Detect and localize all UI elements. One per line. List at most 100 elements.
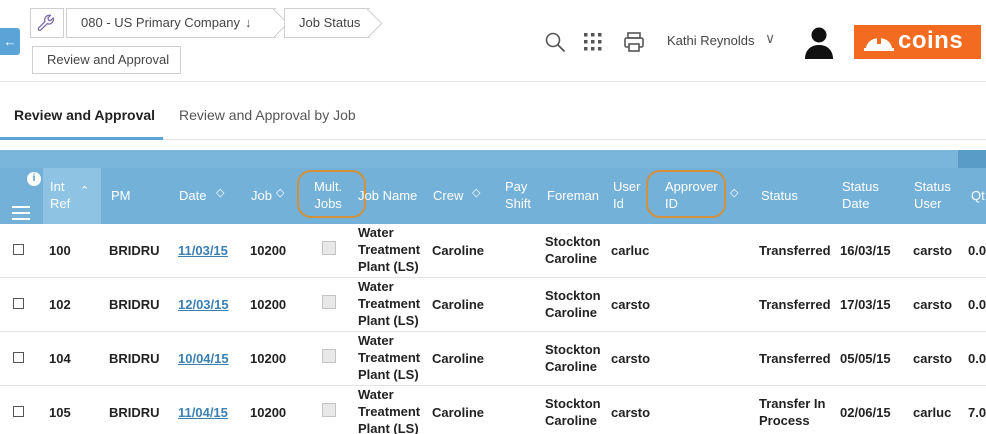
tab-bar: Review and Approval Review and Approval …: [0, 95, 986, 140]
cell-job-name-line2: Treatment: [358, 242, 421, 257]
cell-job-name-line1: Water: [358, 387, 394, 402]
info-icon[interactable]: i: [27, 172, 41, 186]
cell-job-name: Water Treatment Plant (LS): [358, 278, 420, 329]
hardhat-icon: [864, 36, 894, 51]
mult-jobs-checkbox[interactable]: [322, 295, 336, 309]
cell-foreman-line2: Caroline: [545, 251, 598, 266]
cell-qty: 0.0: [968, 351, 986, 366]
cell-crew: Caroline: [432, 405, 485, 420]
cell-job-name-line3: Plant (LS): [358, 313, 419, 328]
col-header-job-name[interactable]: Job Name: [358, 187, 417, 204]
breadcrumb-company[interactable]: 080 - US Primary Company ↓: [66, 8, 276, 38]
breadcrumb-job-status[interactable]: Job Status: [284, 8, 370, 38]
col-header-job[interactable]: Job: [251, 187, 272, 204]
cell-user-id: carluc: [611, 243, 650, 258]
coins-logo: coins: [854, 25, 981, 59]
highlight-ring-mult-jobs: [297, 170, 366, 218]
row-checkbox[interactable]: [13, 406, 24, 417]
cell-qty: 7.0: [968, 405, 986, 420]
tab-review-and-approval[interactable]: Review and Approval: [14, 107, 155, 123]
cell-job-name-line3: Plant (LS): [358, 421, 419, 434]
grid-toolbar: [0, 150, 986, 168]
table-row[interactable]: 100 BRIDRU 11/03/15 10200 Water Treatmen…: [0, 224, 986, 278]
sort-icon[interactable]: ◇: [472, 186, 480, 199]
col-header-int-ref[interactable]: Int Ref: [50, 178, 70, 212]
table-row[interactable]: 102 BRIDRU 12/03/15 10200 Water Treatmen…: [0, 278, 986, 332]
mult-jobs-checkbox[interactable]: [322, 241, 336, 255]
chevron-down-icon[interactable]: ∨: [765, 30, 775, 47]
cell-qty: 0.0: [968, 297, 986, 312]
col-header-qty[interactable]: Qt: [971, 187, 985, 204]
cell-pm: BRIDRU: [109, 405, 160, 420]
cell-date-link[interactable]: 11/04/15: [178, 404, 228, 421]
cell-foreman-line2: Caroline: [545, 359, 598, 374]
cell-status: Transferred: [759, 243, 831, 258]
search-icon[interactable]: [543, 30, 567, 54]
table-row[interactable]: 105 BRIDRU 11/04/15 10200 Water Treatmen…: [0, 386, 986, 434]
cell-job-name-line3: Plant (LS): [358, 367, 419, 382]
cell-job-name-line2: Treatment: [358, 404, 421, 419]
col-header-status-user[interactable]: Status User: [914, 178, 951, 212]
active-tab-underline: [0, 137, 163, 140]
highlight-ring-approver-id: [646, 170, 726, 218]
col-header-status-date[interactable]: Status Date: [842, 178, 879, 212]
user-name[interactable]: Kathi Reynolds: [667, 33, 754, 48]
tab-review-and-approval-by-job[interactable]: Review and Approval by Job: [179, 107, 356, 123]
cell-user-id: carsto: [611, 297, 651, 312]
col-header-status[interactable]: Status: [761, 187, 798, 204]
row-checkbox[interactable]: [13, 244, 24, 255]
cell-job: 10200: [250, 351, 287, 366]
col-header-user-id[interactable]: User Id: [613, 178, 640, 212]
cell-job: 10200: [250, 297, 287, 312]
column-menu-icon[interactable]: [12, 206, 30, 220]
cell-date-link[interactable]: 10/04/15: [178, 350, 229, 367]
col-header-pm[interactable]: PM: [111, 187, 131, 204]
sort-icon[interactable]: ◇: [730, 186, 738, 199]
cell-foreman: Stockton Caroline: [545, 341, 601, 375]
cell-status-user: carluc: [913, 405, 952, 420]
table-row[interactable]: 104 BRIDRU 10/04/15 10200 Water Treatmen…: [0, 332, 986, 386]
cell-status: Transfer In Process: [759, 395, 825, 429]
cell-job-name: Water Treatment Plant (LS): [358, 332, 420, 383]
cell-int-ref: 105: [49, 405, 71, 420]
cell-crew: Caroline: [432, 351, 485, 366]
arrow-down-icon: ↓: [245, 15, 252, 30]
back-arrow-icon[interactable]: ←: [0, 28, 20, 55]
apps-grid-icon[interactable]: [581, 30, 605, 54]
cell-qty: 0.0: [968, 243, 986, 258]
cell-job-name-line1: Water: [358, 279, 394, 294]
cell-job-name-line1: Water: [358, 333, 394, 348]
mult-jobs-checkbox[interactable]: [322, 349, 336, 363]
cell-job-name-line2: Treatment: [358, 296, 421, 311]
breadcrumb-current-label: Review and Approval: [47, 52, 170, 67]
col-header-foreman[interactable]: Foreman: [547, 187, 599, 204]
cell-date-link[interactable]: 12/03/15: [178, 296, 229, 313]
col-header-date[interactable]: Date: [179, 187, 206, 204]
row-checkbox[interactable]: [13, 298, 24, 309]
top-bar: ← 080 - US Primary Company ↓ Job Status …: [0, 0, 986, 82]
cell-job: 10200: [250, 405, 287, 420]
avatar-icon[interactable]: [802, 24, 836, 60]
cell-status-line1: Transfer In: [759, 396, 826, 411]
col-header-status-date-line2: Date: [842, 196, 870, 211]
sort-asc-icon[interactable]: ⌃: [80, 184, 89, 197]
cell-date-link[interactable]: 11/03/15: [178, 242, 228, 259]
sort-icon[interactable]: ◇: [216, 186, 224, 199]
cell-status-line2: Process: [759, 413, 810, 428]
cell-foreman-line1: Stockton: [545, 234, 601, 249]
cell-int-ref: 102: [49, 297, 71, 312]
col-header-user-id-line1: User: [613, 179, 641, 194]
sort-icon[interactable]: ◇: [276, 186, 284, 199]
mult-jobs-checkbox[interactable]: [322, 403, 336, 417]
cell-pm: BRIDRU: [109, 351, 160, 366]
col-header-status-date-line1: Status: [842, 179, 879, 194]
col-header-pay-shift[interactable]: Pay Shift: [505, 178, 531, 212]
cell-status-user: carsto: [913, 297, 953, 312]
col-header-crew[interactable]: Crew: [433, 187, 463, 204]
cell-status: Transferred: [759, 351, 831, 366]
print-icon[interactable]: [622, 30, 646, 54]
tools-button[interactable]: [30, 8, 64, 38]
row-checkbox[interactable]: [13, 352, 24, 363]
cell-foreman-line1: Stockton: [545, 288, 601, 303]
col-header-int-ref-line2: Ref: [50, 196, 71, 211]
